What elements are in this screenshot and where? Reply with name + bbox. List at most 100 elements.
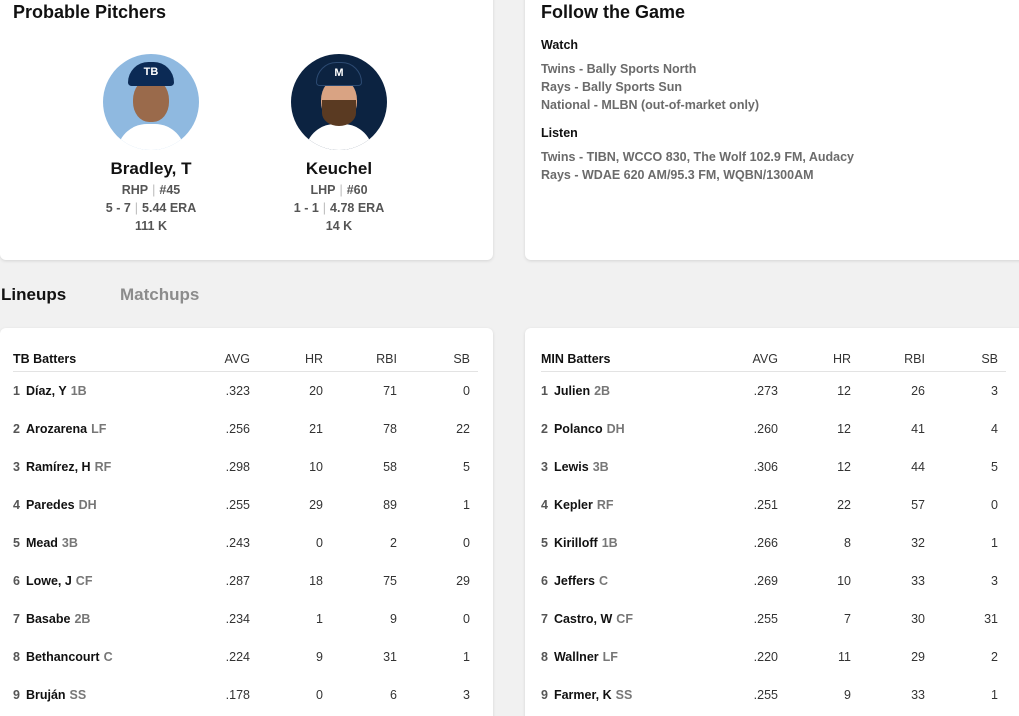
- avg-cell: .269: [753, 574, 778, 588]
- sb-column-header[interactable]: SB: [453, 352, 470, 366]
- hr-cell: 7: [844, 612, 851, 626]
- batter-cell: 5 Kirilloff 1B: [541, 536, 618, 550]
- batter-name-link[interactable]: Díaz, Y: [26, 384, 67, 398]
- batter-name-link[interactable]: Castro, W: [554, 612, 612, 626]
- tab-lineups[interactable]: Lineups: [1, 285, 66, 305]
- avg-cell: .234: [225, 612, 250, 626]
- batter-cell: 6 Lowe, J CF: [13, 574, 92, 588]
- batter-position: LF: [91, 422, 107, 436]
- table-row: 5 Kirilloff 1B .266 8 32 1: [541, 524, 1006, 562]
- pitcher-home[interactable]: M Keuchel LHP | #60 1 - 1 | 4.78 ERA 14 K: [259, 54, 419, 233]
- tb-lineup-table: TB Batters AVG HR RBI SB 1 Díaz, Y 1B .323 2…: [13, 352, 478, 714]
- rbi-column-header[interactable]: RBI: [376, 352, 397, 366]
- watch-section: Watch Twins - Bally Sports North Rays - …: [541, 38, 759, 114]
- batting-order: 7: [13, 612, 20, 626]
- listen-item: Rays - WDAE 620 AM/95.3 FM, WQBN/1300AM: [541, 168, 814, 182]
- avg-cell: .178: [225, 688, 250, 702]
- hr-cell: 11: [838, 650, 851, 664]
- table-header: TB Batters AVG HR RBI SB: [13, 352, 478, 372]
- sb-cell: 0: [463, 612, 470, 626]
- pitcher-name: Bradley, T: [110, 159, 192, 178]
- sb-cell: 22: [456, 422, 470, 436]
- hr-column-header[interactable]: HR: [833, 352, 851, 366]
- hr-cell: 12: [837, 384, 851, 398]
- batter-cell: 2 Polanco DH: [541, 422, 625, 436]
- rbi-cell: 75: [383, 574, 397, 588]
- batting-order: 6: [541, 574, 548, 588]
- avg-cell: .255: [225, 498, 250, 512]
- hr-column-header[interactable]: HR: [305, 352, 323, 366]
- batter-name-link[interactable]: Ramírez, H: [26, 460, 91, 474]
- hr-cell: 12: [837, 422, 851, 436]
- batting-order: 7: [541, 612, 548, 626]
- batting-order: 1: [541, 384, 548, 398]
- divider: |: [134, 201, 139, 215]
- batter-position: CF: [616, 612, 633, 626]
- table-row: 4 Kepler RF .251 22 57 0: [541, 486, 1006, 524]
- rbi-cell: 89: [383, 498, 397, 512]
- batter-cell: 1 Julien 2B: [541, 384, 610, 398]
- batter-name-link[interactable]: Lewis: [554, 460, 589, 474]
- sb-cell: 1: [991, 536, 998, 550]
- sb-cell: 3: [991, 574, 998, 588]
- batter-name-link[interactable]: Lowe, J: [26, 574, 72, 588]
- follow-the-game-title: Follow the Game: [541, 2, 686, 22]
- table-row: 1 Díaz, Y 1B .323 20 71 0: [13, 372, 478, 410]
- rbi-cell: 9: [390, 612, 397, 626]
- batter-cell: 2 Arozarena LF: [13, 422, 106, 436]
- rbi-column-header[interactable]: RBI: [904, 352, 925, 366]
- watch-item: National - MLBN (out-of-market only): [541, 98, 760, 112]
- batter-position: 3B: [592, 460, 609, 474]
- batter-name-link[interactable]: Paredes: [26, 498, 75, 512]
- table-row: 9 Farmer, K SS .255 9 33 1: [541, 676, 1006, 714]
- min-lineup-card: MIN Batters AVG HR RBI SB 1 Julien 2B .273 1…: [525, 328, 1019, 716]
- avg-cell: .255: [753, 688, 778, 702]
- batter-position: 3B: [61, 536, 78, 550]
- batter-name-link[interactable]: Polanco: [554, 422, 603, 436]
- hr-cell: 12: [837, 460, 851, 474]
- batter-name-link[interactable]: Kepler: [554, 498, 593, 512]
- table-row: 5 Mead 3B .243 0 2 0: [13, 524, 478, 562]
- avg-cell: .273: [753, 384, 778, 398]
- batter-name-link[interactable]: Julien: [554, 384, 590, 398]
- avg-cell: .287: [225, 574, 250, 588]
- min-lineup-table: MIN Batters AVG HR RBI SB 1 Julien 2B .273 1…: [541, 352, 1006, 714]
- batter-name-link[interactable]: Basabe: [26, 612, 70, 626]
- watch-item: Twins - Bally Sports North: [541, 62, 697, 76]
- team-batters-header: TB Batters: [13, 352, 77, 366]
- pitcher-away[interactable]: TB Bradley, T RHP | #45 5 - 7 | 5.44 ERA 111…: [71, 54, 231, 233]
- batter-name-link[interactable]: Bruján: [26, 688, 66, 702]
- avg-column-header[interactable]: AVG: [753, 352, 778, 366]
- batting-order: 5: [13, 536, 20, 550]
- batter-cell: 9 Farmer, K SS: [541, 688, 632, 702]
- tab-matchups[interactable]: Matchups: [120, 285, 199, 305]
- probable-pitchers-title: Probable Pitchers: [13, 2, 167, 22]
- batting-order: 4: [541, 498, 548, 512]
- batting-order: 3: [541, 460, 548, 474]
- rbi-cell: 44: [911, 460, 925, 474]
- listen-item: Twins - TIBN, WCCO 830, The Wolf 102.9 F…: [541, 150, 855, 164]
- batter-position: LF: [602, 650, 618, 664]
- batter-name-link[interactable]: Jeffers: [554, 574, 595, 588]
- rbi-cell: 57: [911, 498, 925, 512]
- listen-section: Listen Twins - TIBN, WCCO 830, The Wolf …: [541, 126, 854, 184]
- listen-heading: Listen: [541, 126, 578, 140]
- table-row: 6 Jeffers C .269 10 33 3: [541, 562, 1006, 600]
- table-row: 6 Lowe, J CF .287 18 75 29: [13, 562, 478, 600]
- batter-name-link[interactable]: Arozarena: [26, 422, 87, 436]
- batting-order: 4: [13, 498, 20, 512]
- avg-cell: .266: [753, 536, 778, 550]
- table-row: 1 Julien 2B .273 12 26 3: [541, 372, 1006, 410]
- batter-name-link[interactable]: Mead: [26, 536, 58, 550]
- pitcher-record-era: 5 - 7 | 5.44 ERA: [71, 201, 231, 215]
- sb-cell: 2: [991, 650, 998, 664]
- batter-name-link[interactable]: Kirilloff: [554, 536, 598, 550]
- rbi-cell: 31: [383, 650, 397, 664]
- avg-column-header[interactable]: AVG: [225, 352, 250, 366]
- sb-column-header[interactable]: SB: [981, 352, 998, 366]
- batter-name-link[interactable]: Bethancourt: [26, 650, 100, 664]
- hr-cell: 1: [316, 612, 323, 626]
- batter-name-link[interactable]: Wallner: [554, 650, 599, 664]
- batter-name-link[interactable]: Farmer, K: [554, 688, 612, 702]
- watch-heading: Watch: [541, 38, 579, 52]
